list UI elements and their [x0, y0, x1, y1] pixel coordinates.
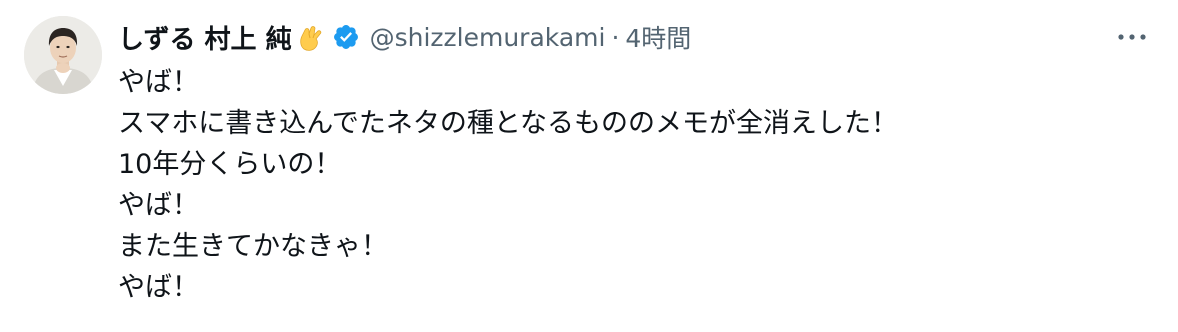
tweet-text-line: やば！ [118, 272, 199, 303]
verified-badge-icon [332, 23, 360, 51]
pinching-hand-emoji [296, 22, 326, 52]
tweet-text: やば！ スマホに書き込んでたネタの種となるもののメモが全消えした！ 10年分くら… [118, 62, 1158, 308]
separator-dot: · [611, 22, 620, 52]
avatar[interactable] [24, 16, 102, 94]
tweet-text-line: スマホに書き込んでたネタの種となるもののメモが全消えした！ [118, 108, 899, 139]
tweet-text-line: やば！ [118, 190, 199, 221]
display-name[interactable]: しずる 村上 純 [118, 19, 292, 56]
user-handle[interactable]: @shizzlemurakami [370, 23, 606, 52]
tweet-text-line: また生きてかなきゃ！ [118, 231, 388, 262]
tweet-header: しずる 村上 純 @shizzlemurakami · 4時間 [118, 17, 691, 57]
tweet-card[interactable]: しずる 村上 純 @shizzlemurakami · 4時間 やば！ スマホに… [0, 0, 1178, 332]
tweet-timestamp[interactable]: 4時間 [625, 19, 691, 55]
tweet-text-line: 10年分くらいの！ [118, 149, 342, 180]
avatar-image [24, 16, 102, 94]
more-horizontal-icon[interactable] [1112, 22, 1152, 52]
tweet-text-line: やば！ [118, 67, 199, 98]
